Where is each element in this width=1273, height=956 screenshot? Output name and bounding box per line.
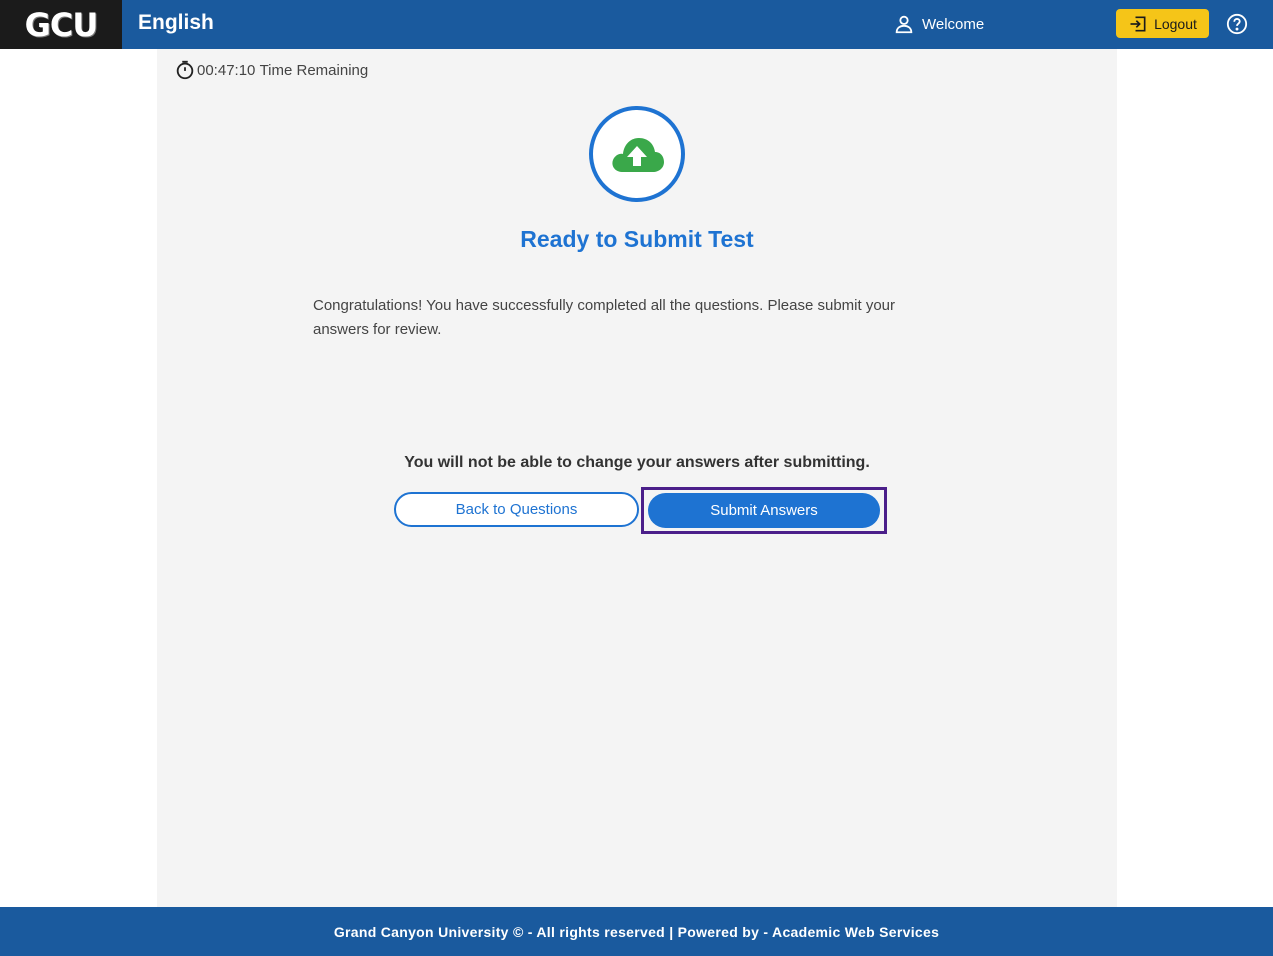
upload-badge [589,106,685,202]
welcome-user[interactable]: Welcome [893,13,984,35]
completion-message: Congratulations! You have successfully c… [313,297,896,338]
logout-button[interactable]: Logout [1116,9,1209,38]
submit-highlight-frame: Submit Answers [641,487,887,534]
welcome-label: Welcome [922,15,985,33]
timer-value: 00:47:10 [197,61,256,79]
cloud-upload-icon [612,138,664,172]
logout-label: Logout [1154,15,1197,32]
gcu-logo[interactable]: GCU [0,0,122,49]
stopwatch-icon [176,60,194,80]
timer-label: Time Remaining [259,61,369,79]
logo-text: GCU [24,5,99,44]
footer: Grand Canyon University © - All rights r… [0,907,1273,956]
footer-text: Grand Canyon University © - All rights r… [333,923,940,940]
page-title: Ready to Submit Test [520,226,754,252]
course-title: English [138,11,214,34]
main-panel: 00:47:10 Time Remaining Ready to Submit … [157,49,1117,907]
time-remaining: 00:47:10 Time Remaining [174,59,368,81]
submit-answers-button[interactable]: Submit Answers [648,493,880,528]
user-icon [895,15,913,34]
back-to-questions-button[interactable]: Back to Questions [394,492,639,527]
submit-warning: You will not be able to change your answ… [404,454,870,471]
logout-icon [1130,16,1146,31]
top-bar: GCU English Welcome Logout [0,0,1273,49]
help-icon[interactable] [1226,13,1248,35]
